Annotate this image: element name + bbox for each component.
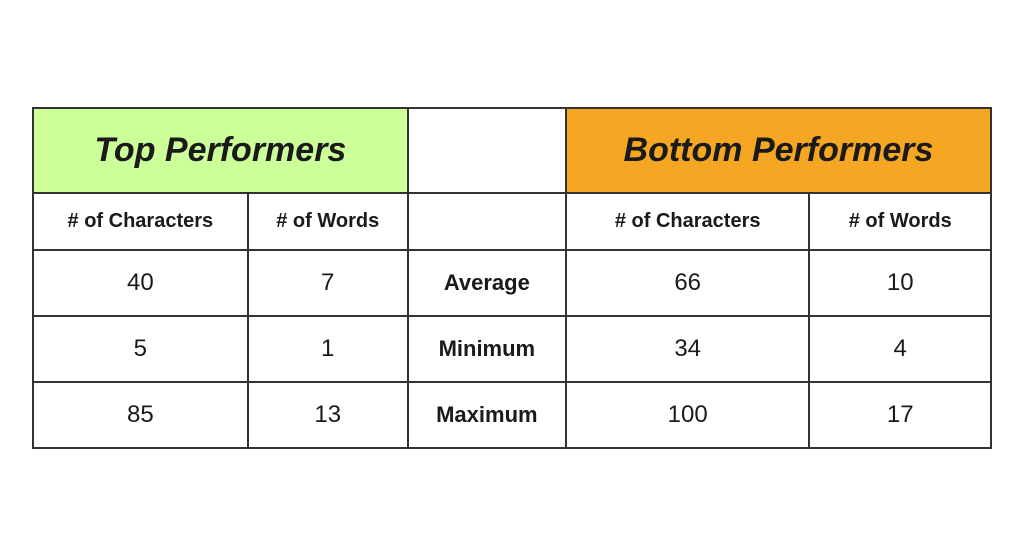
- bottom-words-2: 17: [809, 382, 991, 448]
- performers-table: Top Performers Bottom Performers # of Ch…: [32, 107, 992, 449]
- main-table-wrapper: Top Performers Bottom Performers # of Ch…: [32, 107, 992, 449]
- table-row: 8513Maximum10017: [33, 382, 991, 448]
- bottom-words-0: 10: [809, 250, 991, 316]
- bottom-chars-1: 34: [566, 316, 810, 382]
- top-performers-header: Top Performers: [33, 108, 408, 193]
- top-words-1: 1: [248, 316, 408, 382]
- metric-col-header-empty: [408, 193, 566, 250]
- top-chars-0: 40: [33, 250, 248, 316]
- table-row: 407Average6610: [33, 250, 991, 316]
- bottom-characters-col-header: # of Characters: [566, 193, 810, 250]
- bottom-words-col-header: # of Words: [809, 193, 991, 250]
- metric-label-1: Minimum: [408, 316, 566, 382]
- top-words-0: 7: [248, 250, 408, 316]
- bottom-chars-0: 66: [566, 250, 810, 316]
- metric-label-2: Maximum: [408, 382, 566, 448]
- center-header-empty: [408, 108, 566, 193]
- top-words-2: 13: [248, 382, 408, 448]
- top-chars-1: 5: [33, 316, 248, 382]
- bottom-chars-2: 100: [566, 382, 810, 448]
- table-row: 51Minimum344: [33, 316, 991, 382]
- bottom-words-1: 4: [809, 316, 991, 382]
- bottom-performers-header: Bottom Performers: [566, 108, 991, 193]
- top-characters-col-header: # of Characters: [33, 193, 248, 250]
- metric-label-0: Average: [408, 250, 566, 316]
- top-words-col-header: # of Words: [248, 193, 408, 250]
- top-chars-2: 85: [33, 382, 248, 448]
